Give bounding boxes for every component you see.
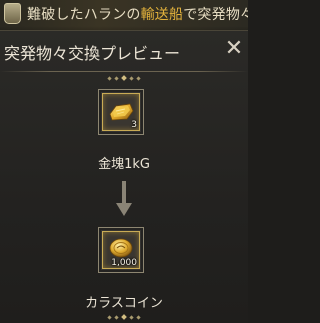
banner-text-highlight: 輸送船 (140, 7, 184, 23)
give-item-slot[interactable]: 3 (98, 89, 144, 135)
ship-notice-icon (4, 3, 21, 24)
footer-ornament (107, 314, 141, 320)
dialog-header: 突発物々交換プレビュー ✕ (0, 31, 248, 69)
close-button[interactable]: ✕ (223, 38, 245, 60)
header-ornament (107, 75, 141, 81)
banner-text-pre: 難破したハランの (27, 7, 141, 23)
banner-text: 難破したハランの輸送船で突発物々... (27, 4, 248, 24)
barter-preview-dialog: 突発物々交換プレビュー ✕ 3 金塊1kG 1,000 カラスコイン (0, 30, 248, 323)
receive-item-quantity: 1,000 (111, 258, 137, 268)
receive-item-name: カラスコイン (85, 296, 163, 311)
arrow-down-icon (116, 181, 132, 216)
give-item-frame: 3 (102, 93, 140, 131)
give-item-quantity: 3 (131, 120, 137, 130)
receive-item-frame: 1,000 (102, 231, 140, 269)
dialog-title: 突発物々交換プレビュー (4, 44, 181, 63)
give-item-name: 金塊1kG (98, 157, 150, 172)
header-divider (0, 71, 248, 72)
banner-text-post: で突発物々... (183, 7, 248, 23)
receive-item-slot[interactable]: 1,000 (98, 227, 144, 273)
